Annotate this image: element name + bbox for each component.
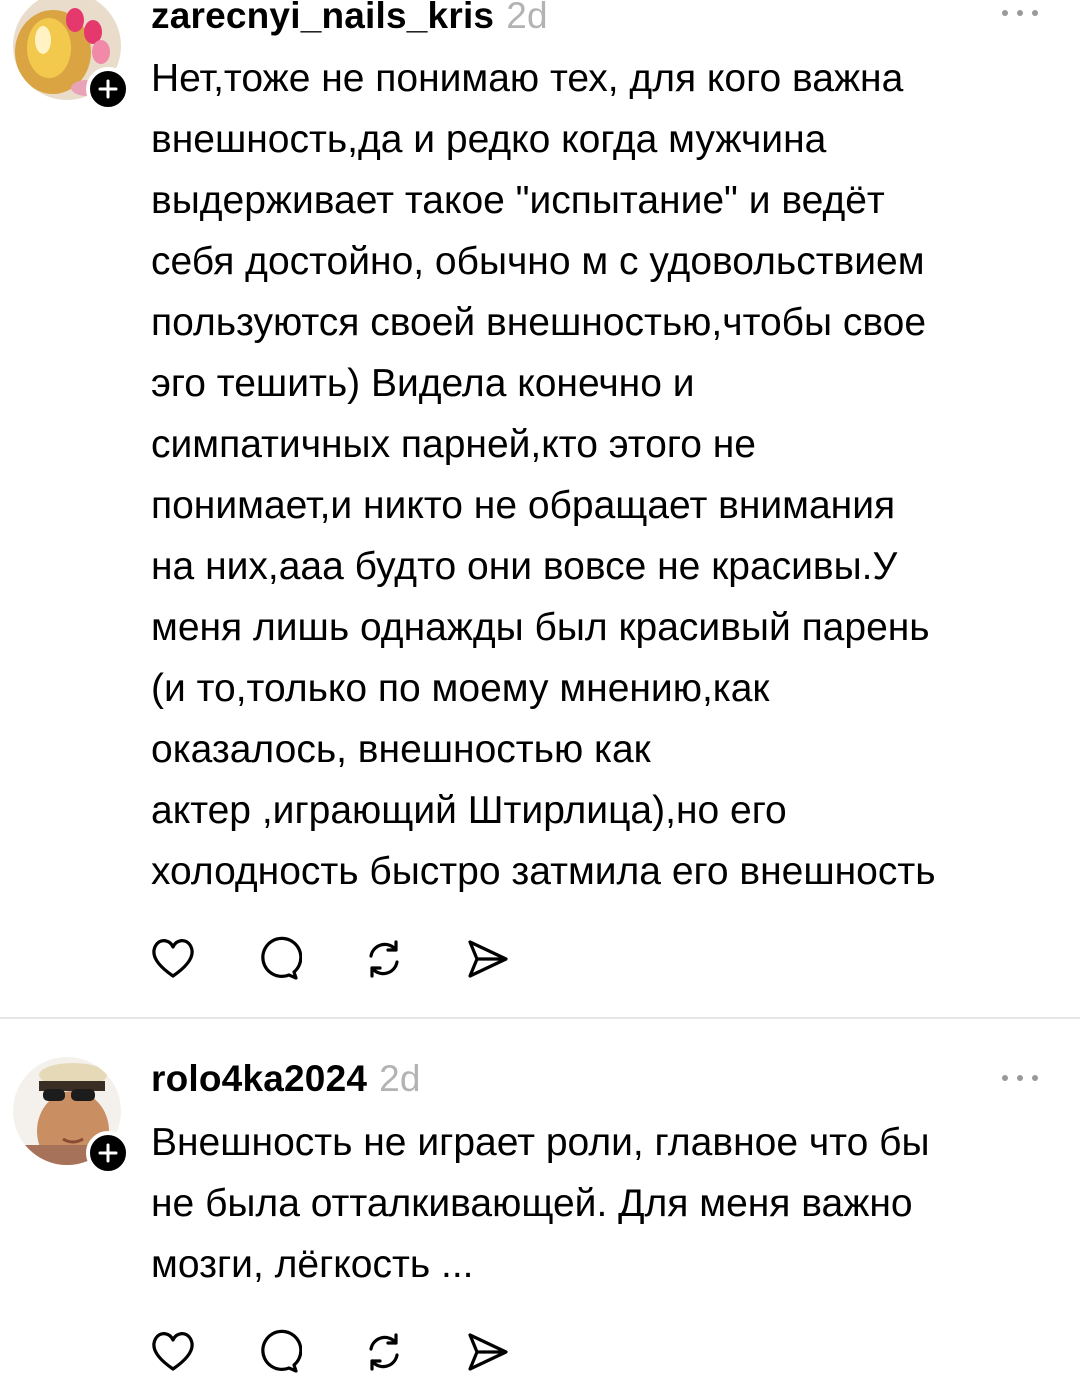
timestamp: 2d: [506, 0, 548, 36]
divider: [0, 1017, 1080, 1019]
follow-button[interactable]: [86, 1131, 130, 1175]
post-text: Внешность не играет роли, главное что бы…: [151, 1121, 930, 1286]
post-header: rolo4ka2024 2d: [151, 1058, 421, 1100]
username[interactable]: rolo4ka2024: [151, 1058, 367, 1099]
username[interactable]: zarecnyi_nails_kris: [151, 0, 494, 36]
more-icon[interactable]: [998, 1068, 1042, 1088]
more-icon[interactable]: [998, 3, 1042, 23]
comment-icon[interactable]: [252, 1327, 302, 1377]
heart-icon[interactable]: [148, 934, 198, 984]
action-bar: [148, 1327, 518, 1377]
repost-icon[interactable]: [359, 1327, 409, 1377]
send-icon[interactable]: [462, 934, 512, 984]
send-icon[interactable]: [462, 1327, 512, 1377]
follow-button[interactable]: [86, 67, 130, 111]
post-header: zarecnyi_nails_kris 2d: [151, 0, 548, 37]
post-text: Нет,тоже не понимаю тех, для кого важна …: [151, 57, 936, 893]
repost-icon[interactable]: [359, 934, 409, 984]
heart-icon[interactable]: [148, 1327, 198, 1377]
timestamp: 2d: [379, 1058, 421, 1099]
plus-icon: [98, 1143, 118, 1163]
comment-icon[interactable]: [252, 934, 302, 984]
plus-icon: [98, 79, 118, 99]
action-bar: [148, 934, 518, 984]
